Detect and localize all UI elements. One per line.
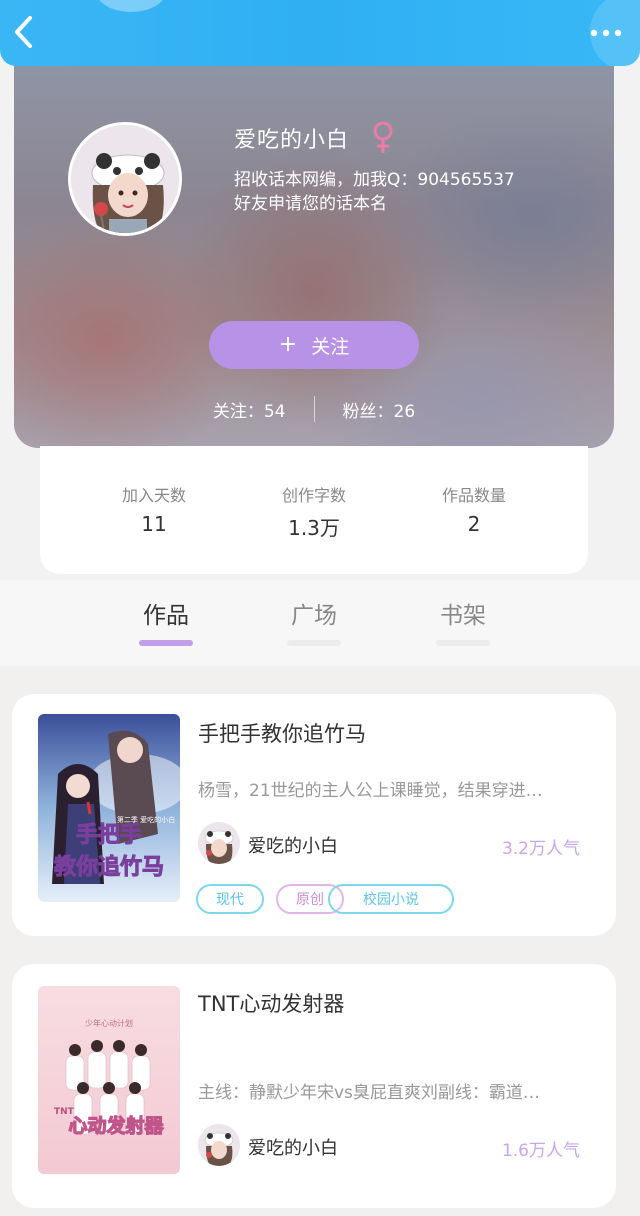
- author-avatar-image: [198, 822, 240, 864]
- divider: [313, 396, 315, 422]
- tab-indicator: [436, 640, 490, 646]
- follow-button[interactable]: + 关注: [209, 321, 419, 369]
- work-card[interactable]: 手把手 教你追竹马 第二季 爱吃的小白 手把手教你追竹马 杨雪，21世纪的主人公…: [12, 694, 616, 936]
- cover-tagline: 少年心动计划: [85, 1018, 133, 1028]
- avatar-image: [71, 125, 179, 233]
- author-avatar[interactable]: [198, 822, 240, 864]
- tab-indicator: [287, 640, 341, 646]
- tab-works[interactable]: 作品: [136, 596, 196, 646]
- author-avatar-image: [198, 1124, 240, 1166]
- cover-image: 少年心动计划 TNT 心动发射器: [38, 986, 180, 1174]
- more-dots-icon: [590, 29, 622, 37]
- profile-bio: 招收话本网编，加我Q：904565537 好友申请您的话本名: [234, 170, 515, 214]
- decorative-bubble: [96, 0, 166, 12]
- stats-card: 加入天数 11 创作字数 1.3万 作品数量 2: [40, 446, 588, 574]
- cover-title-line2: 教你追竹马: [54, 854, 164, 880]
- tab-square[interactable]: 广场: [284, 596, 344, 646]
- female-icon: [373, 121, 393, 153]
- work-title[interactable]: 手把手教你追竹马: [198, 718, 366, 748]
- tab-bookshelf[interactable]: 书架: [433, 596, 493, 646]
- book-cover[interactable]: 手把手 教你追竹马 第二季 爱吃的小白: [38, 714, 180, 902]
- follow-stats: 关注：54 粉丝：26: [14, 396, 614, 422]
- work-description: 主线：静默少年宋vs臭屁直爽刘副线：霸道…: [198, 1083, 540, 1103]
- popularity-count: 3.2万人气: [501, 839, 580, 859]
- stat-label: 加入天数: [121, 486, 186, 505]
- stat-value: 11: [141, 512, 167, 536]
- more-button[interactable]: [586, 18, 626, 48]
- stat-value: 1.3万: [288, 516, 340, 540]
- following-count[interactable]: 关注：54: [213, 397, 286, 422]
- chevron-left-icon: [15, 16, 32, 48]
- stat-label: 创作字数: [281, 486, 346, 505]
- author-avatar[interactable]: [198, 1124, 240, 1166]
- work-title[interactable]: TNT心动发射器: [198, 988, 344, 1018]
- work-card[interactable]: 少年心动计划 TNT 心动发射器 TNT心动发射器 主线：静默少年宋vs臭屁直爽…: [12, 964, 616, 1208]
- tag-modern[interactable]: 现代: [196, 884, 264, 914]
- stat-join-days: 加入天数 11: [94, 482, 214, 574]
- tab-bar: 作品 广场 书架: [0, 580, 640, 666]
- profile-header: 爱吃的小白 招收话本网编，加我Q：904565537 好友申请您的话本名 + 关…: [14, 40, 614, 448]
- top-bar: [0, 0, 640, 66]
- stat-word-count: 创作字数 1.3万: [254, 482, 374, 574]
- avatar[interactable]: [68, 122, 182, 236]
- tab-label: 广场: [291, 603, 337, 629]
- cover-image: 手把手 教你追竹马 第二季 爱吃的小白: [38, 714, 180, 902]
- tag-campus[interactable]: 校园小说: [328, 884, 454, 914]
- author-name[interactable]: 爱吃的小白: [248, 832, 338, 858]
- tab-label: 作品: [143, 603, 189, 629]
- cover-title-line1: 手把手: [76, 822, 142, 848]
- followers-count[interactable]: 粉丝：26: [343, 397, 416, 422]
- cover-subtitle: 第二季 爱吃的小白: [117, 815, 175, 824]
- cover-title: 心动发射器: [68, 1114, 164, 1137]
- tab-label: 书架: [440, 603, 486, 629]
- plus-icon: +: [278, 332, 298, 357]
- follow-button-label: 关注: [311, 335, 350, 358]
- author-name[interactable]: 爱吃的小白: [248, 1134, 338, 1160]
- tab-indicator: [139, 640, 193, 646]
- back-button[interactable]: [10, 12, 40, 52]
- stat-label: 作品数量: [441, 486, 506, 505]
- username: 爱吃的小白: [234, 128, 350, 153]
- stat-value: 2: [467, 512, 481, 536]
- stat-work-count: 作品数量 2: [414, 482, 534, 574]
- book-cover[interactable]: 少年心动计划 TNT 心动发射器: [38, 986, 180, 1174]
- work-description: 杨雪，21世纪的主人公上课睡觉，结果穿进…: [198, 781, 543, 801]
- popularity-count: 1.6万人气: [501, 1141, 580, 1161]
